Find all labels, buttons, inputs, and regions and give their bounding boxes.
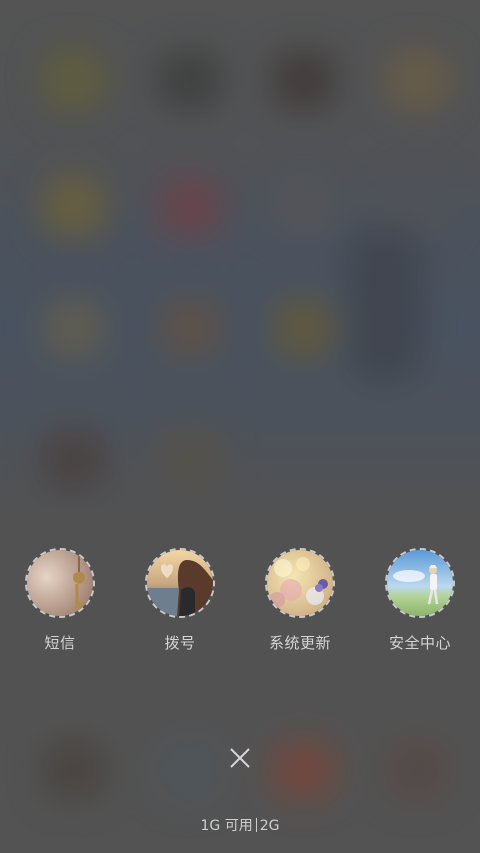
shortcut-dialer[interactable]: 拨号 [125, 548, 235, 653]
shortcut-label: 安全中心 [388, 634, 451, 652]
person-field-photo-icon [385, 548, 455, 618]
close-button[interactable] [226, 744, 254, 772]
bokeh-flowers-photo-icon [265, 548, 335, 618]
key-photo-icon [25, 548, 95, 618]
shortcut-security-center[interactable]: 安全中心 [365, 548, 475, 653]
shortcut-label: 拨号 [164, 634, 196, 652]
shortcut-system-update[interactable]: 系统更新 [245, 548, 355, 653]
close-icon [230, 748, 250, 768]
blurred-home-screen-background [0, 0, 480, 853]
memory-status: 1G 可用 2G [0, 815, 480, 835]
shortcut-label: 系统更新 [268, 634, 331, 652]
shortcut-label: 短信 [44, 634, 76, 652]
heart-hands-photo-icon [145, 548, 215, 618]
shortcut-sms[interactable]: 短信 [5, 548, 115, 653]
memory-divider [255, 818, 257, 832]
memory-total: 2G [259, 818, 280, 834]
memory-available: 1G 可用 [200, 818, 253, 834]
